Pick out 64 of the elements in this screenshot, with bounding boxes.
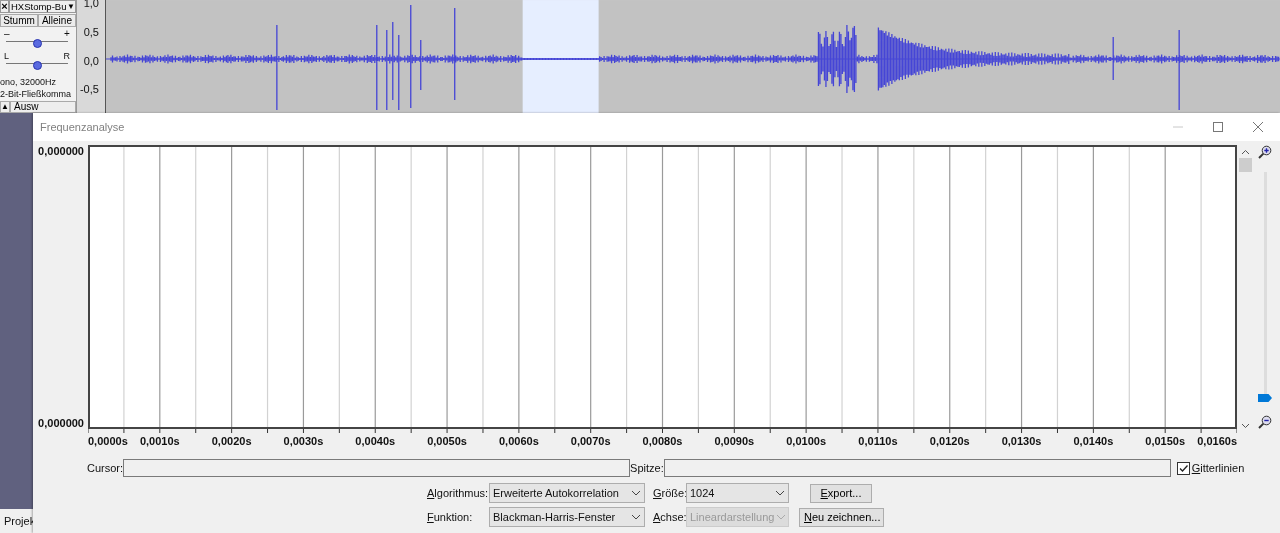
slider-label: R bbox=[63, 50, 70, 61]
y-axis-label: 0,000000 bbox=[38, 417, 84, 429]
zoom-out-icon[interactable] bbox=[1258, 415, 1272, 429]
chevron-icon bbox=[775, 490, 785, 496]
scale-label: 0,5 bbox=[83, 26, 99, 40]
x-axis-label: 0,0020s bbox=[211, 435, 252, 447]
dropdown-label: Achse: bbox=[653, 511, 686, 523]
slider-label: + bbox=[64, 29, 70, 39]
project-tab[interactable]: Projek bbox=[4, 515, 36, 527]
close-icon[interactable] bbox=[1252, 121, 1264, 133]
checkbox-label[interactable]: Gitterlinien bbox=[1191, 462, 1245, 474]
x-axis-label: 0,0130s bbox=[1001, 435, 1042, 447]
scale-label: -0,5 bbox=[79, 84, 99, 98]
field-label: Cursor: bbox=[87, 462, 124, 474]
x-axis-label: 0,0150s bbox=[1145, 435, 1186, 447]
x-axis-label: 0,0090s bbox=[714, 435, 755, 447]
scroll-thumb[interactable] bbox=[1238, 158, 1252, 172]
scroll-down-icon[interactable] bbox=[1240, 423, 1250, 429]
export-button[interactable]: Export... bbox=[810, 483, 872, 503]
chevron-icon bbox=[631, 514, 641, 520]
field-label: Spitze: bbox=[630, 462, 664, 474]
track-info: 2-Bit-Fließkomma bbox=[0, 88, 72, 100]
dropdown-label: Größe: bbox=[653, 487, 686, 499]
x-axis-label: 0,0030s bbox=[283, 435, 324, 447]
zoom-in-icon[interactable] bbox=[1258, 145, 1272, 159]
slider-thumb[interactable] bbox=[1258, 394, 1272, 402]
x-axis-label: 0,0060s bbox=[499, 435, 539, 447]
dropdown-label: Algorithmus: bbox=[427, 487, 489, 499]
slider-thumb[interactable] bbox=[32, 60, 42, 70]
scroll-up-icon[interactable] bbox=[1240, 149, 1250, 155]
chevron-icon bbox=[776, 514, 785, 520]
dropdown[interactable]: Erweiterte Autokorrelation bbox=[489, 483, 645, 503]
x-axis-label: 0,0140s bbox=[1073, 435, 1114, 447]
select-button[interactable]: Ausw bbox=[10, 101, 76, 113]
checkbox[interactable] bbox=[1176, 461, 1190, 475]
chevron-icon bbox=[631, 490, 641, 496]
scale-label: 1,0 bbox=[83, 0, 99, 11]
x-axis-label: 0,0080s bbox=[642, 435, 683, 447]
x-axis-label: 0,0100s bbox=[786, 435, 826, 447]
x-axis-label: 0,0040s bbox=[355, 435, 396, 447]
dropdown[interactable]: 1024 bbox=[686, 483, 789, 503]
mute-button[interactable]: Stumm bbox=[0, 14, 38, 27]
x-axis-label: 0,0050s bbox=[427, 435, 467, 447]
scale-label: 0,0 bbox=[83, 55, 99, 69]
track-name-menu[interactable]: HXStomp-Bu▼ bbox=[9, 0, 76, 13]
x-axis-label: 0,0000s bbox=[88, 435, 128, 447]
peak-field[interactable] bbox=[663, 459, 1171, 477]
y-axis-label: 0,000000 bbox=[38, 145, 84, 157]
redraw-button[interactable]: Neu zeichnen... bbox=[799, 507, 884, 527]
x-axis-label: 0,0110s bbox=[858, 435, 898, 447]
dropdown[interactable]: Blackman-Harris-Fenster bbox=[489, 507, 645, 527]
x-axis-label: 0,0160s bbox=[1197, 435, 1237, 447]
window-title: Frequenzanalyse bbox=[40, 121, 125, 133]
slider-thumb[interactable] bbox=[32, 39, 42, 48]
dropdown-label: Funktion: bbox=[427, 511, 474, 523]
slider-label: – bbox=[4, 29, 10, 39]
x-axis-label: 0,0010s bbox=[139, 435, 180, 447]
x-axis-label: 0,0120s bbox=[929, 435, 970, 447]
solo-button[interactable]: Alleine bbox=[37, 14, 76, 27]
track-info: ono, 32000Hz bbox=[0, 76, 58, 88]
x-axis-label: 0,0070s bbox=[570, 435, 611, 447]
maximize-icon[interactable] bbox=[1212, 121, 1224, 133]
slider-label: L bbox=[4, 50, 9, 61]
cursor-field[interactable] bbox=[123, 459, 631, 477]
